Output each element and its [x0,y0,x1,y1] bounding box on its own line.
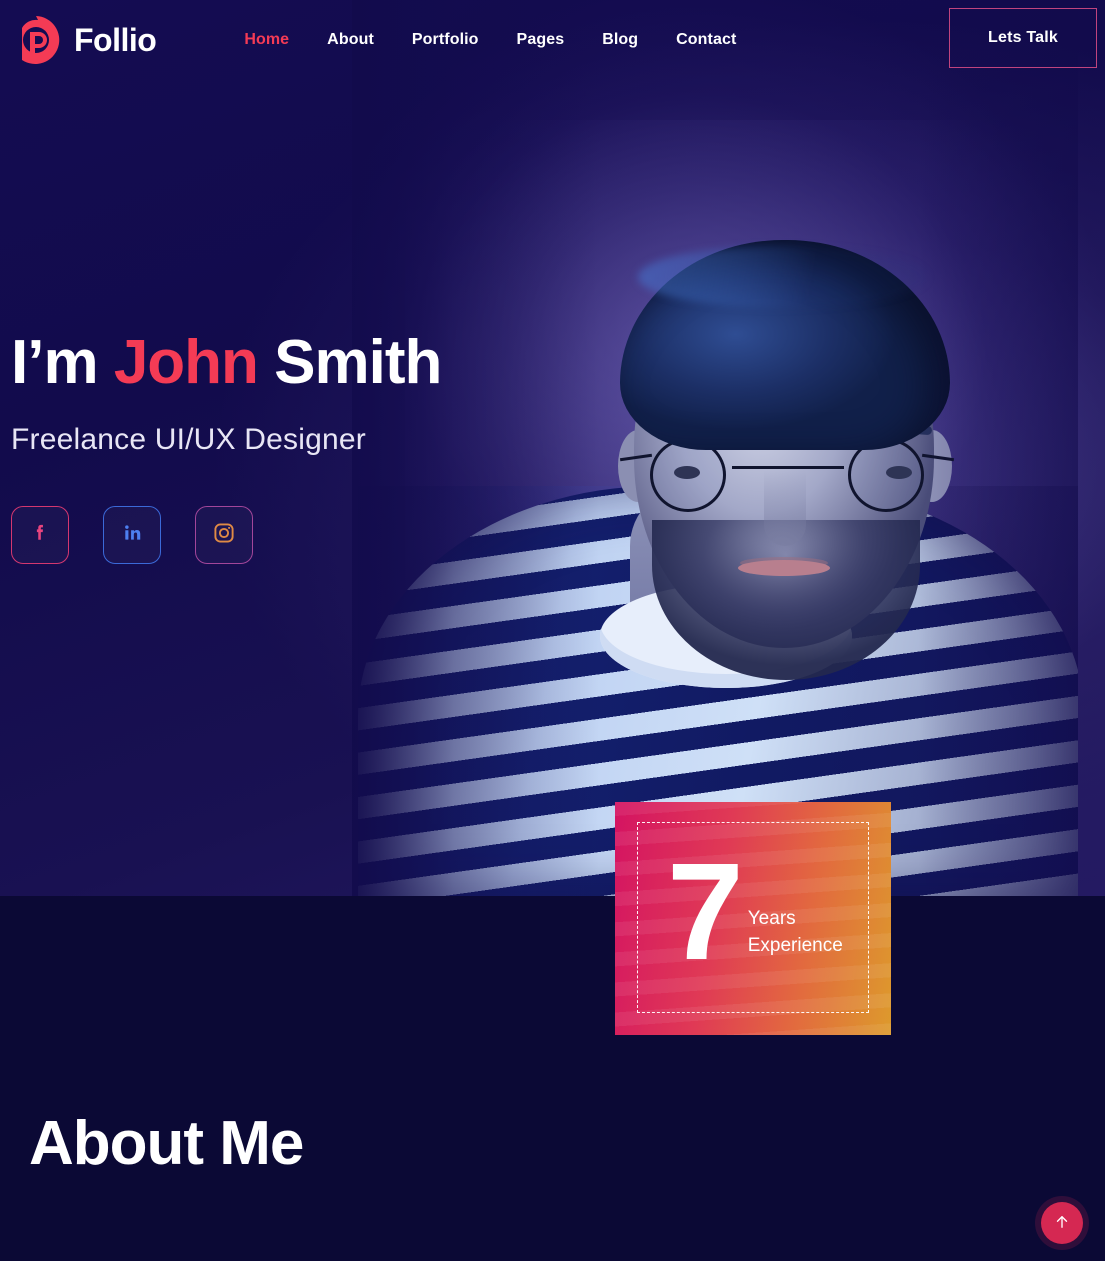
site-header: Follio Home About Portfolio Pages Blog C… [0,0,1105,80]
nav-item-about[interactable]: About [327,31,374,49]
social-links [11,506,441,565]
social-link-linkedin[interactable] [103,506,161,565]
linkedin-icon [121,522,143,549]
hero-title: I’m John Smith [11,328,442,397]
experience-years-number: 7 [667,834,744,989]
facebook-icon [29,522,51,549]
hero-portrait-photo [352,0,1078,896]
experience-label-line1: Years [747,907,796,929]
main-navigation: Home About Portfolio Pages Blog Contact [244,31,736,49]
nav-item-contact[interactable]: Contact [676,31,736,49]
hero-subtitle: Freelance UI/UX Designer [11,423,366,457]
about-section: About Me [0,896,1105,1261]
experience-label-line2: Experience [747,934,843,956]
arrow-up-icon [1053,1213,1071,1234]
social-link-instagram[interactable] [195,506,253,565]
hero-title-prefix: I’m [11,328,114,397]
hero-section: Follio Home About Portfolio Pages Blog C… [0,0,1105,896]
brand-logo[interactable]: Follio [10,14,157,66]
hero-title-suffix: Smith [257,328,442,397]
instagram-icon [212,521,236,550]
social-link-facebook[interactable] [11,506,69,565]
about-title: About Me [29,1109,304,1178]
lets-talk-button[interactable]: Lets Talk [949,8,1097,68]
nav-item-pages[interactable]: Pages [517,31,565,49]
nav-item-portfolio[interactable]: Portfolio [412,31,479,49]
experience-badge: 7 Years Experience [615,802,891,1035]
portrait-vignette [352,0,1078,896]
hero-content: I’m John Smith Freelance UI/UX Designer [11,328,442,565]
p-circle-logo-icon [10,14,62,66]
brand-name: Follio [74,21,157,58]
nav-item-blog[interactable]: Blog [602,31,638,49]
scroll-to-top-button[interactable] [1041,1202,1083,1244]
hero-title-accent: John [113,328,259,397]
nav-item-home[interactable]: Home [244,31,289,49]
experience-label: Years Experience [748,906,843,960]
experience-badge-content: 7 Years Experience [615,802,891,1035]
